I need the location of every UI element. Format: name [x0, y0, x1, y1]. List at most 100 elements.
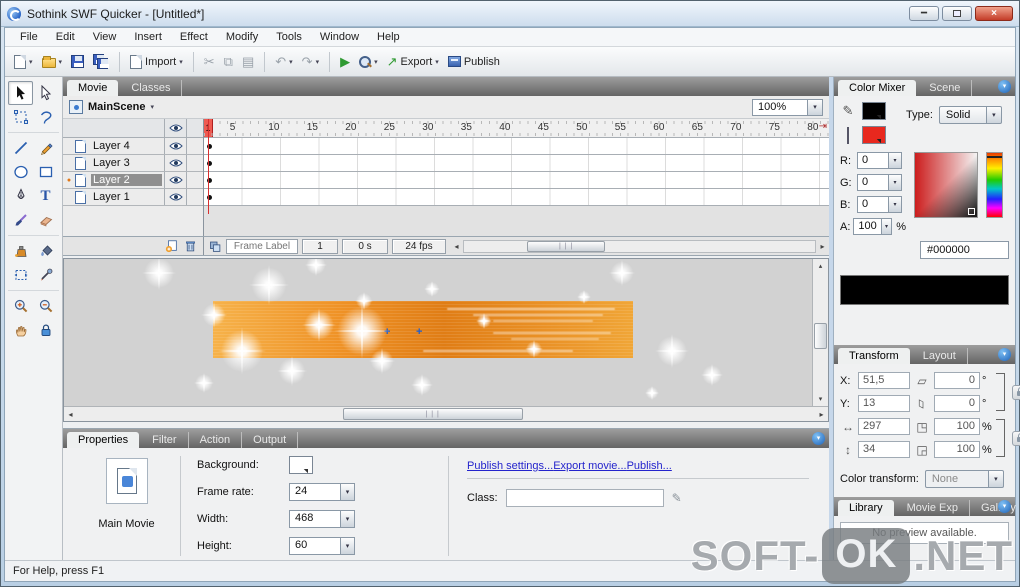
layer-lock-toggle[interactable] — [186, 172, 203, 188]
timeline-ruler[interactable]: 1 ⇥ 5101520253035404550556065707580 — [204, 119, 829, 138]
layer-row-layer-4[interactable]: Layer 4 — [63, 138, 203, 155]
brush-tool[interactable] — [8, 208, 33, 232]
oval-tool[interactable] — [8, 160, 33, 184]
color-mixer-tab-color-mixer[interactable]: Color Mixer — [838, 80, 917, 96]
properties-tab-filter[interactable]: Filter — [141, 432, 189, 448]
skew-x-input[interactable]: 0 — [934, 372, 980, 389]
fill-type-select[interactable]: Solid ▾ — [938, 106, 1002, 124]
timeline-tab-classes[interactable]: Classes — [120, 80, 183, 96]
timeline-scroll-thumb[interactable]: | | | — [527, 240, 606, 252]
color-transform-dropdown-icon[interactable]: ▾ — [988, 470, 1004, 488]
fill-color-swatch[interactable] — [862, 126, 886, 144]
subselection-tool[interactable] — [33, 81, 58, 105]
pen-tool[interactable] — [8, 184, 33, 208]
zoom-in-tool[interactable] — [8, 294, 33, 318]
layer-lock-toggle[interactable] — [186, 138, 203, 154]
lock-scale-button[interactable] — [1012, 430, 1020, 446]
menu-window[interactable]: Window — [311, 29, 368, 45]
properties-tab-properties[interactable]: Properties — [67, 432, 140, 448]
minimize-button[interactable]: ━ — [909, 6, 939, 21]
transform-tab-transform[interactable]: Transform — [838, 348, 910, 364]
channel-spinner-icon[interactable]: ▾ — [889, 174, 902, 191]
library-tab-movie-exp[interactable]: Movie Exp — [896, 500, 970, 516]
scale-y-input[interactable]: 100 — [934, 441, 980, 458]
onion-skin-icon[interactable] — [208, 240, 222, 253]
ruler-frame-30[interactable]: 30 — [422, 122, 433, 133]
layer-lock-toggle[interactable] — [186, 155, 203, 171]
hue-slider[interactable] — [986, 152, 1003, 218]
layer-frames-row[interactable] — [204, 189, 829, 206]
frame-rate-indicator[interactable]: 24 fps — [392, 238, 446, 254]
channel-spinner-icon[interactable]: ▾ — [889, 152, 902, 169]
transform-tab-layout[interactable]: Layout — [912, 348, 968, 364]
eraser-tool[interactable] — [33, 208, 58, 232]
banner-artwork[interactable]: + + — [213, 301, 633, 358]
zoom-level-combo[interactable]: 100% ▾ — [752, 98, 823, 116]
y-input[interactable]: 13 — [858, 395, 910, 412]
properties-tab-output[interactable]: Output — [242, 432, 299, 448]
ruler-frame-35[interactable]: 35 — [461, 122, 472, 133]
ruler-frame-5[interactable]: 5 — [230, 122, 236, 133]
selection-tool[interactable] — [8, 81, 33, 105]
edit-class-icon[interactable]: ✎ — [672, 491, 682, 505]
collapse-panel-icon[interactable]: ▾ — [998, 500, 1011, 513]
timeline-scroll-track[interactable]: | | | — [463, 239, 816, 253]
stage-horizontal-scrollbar[interactable]: ◂ | | | ▸ — [64, 406, 828, 421]
maximize-button[interactable] — [942, 6, 972, 21]
menu-insert[interactable]: Insert — [125, 29, 171, 45]
layer-visibility-toggle[interactable] — [164, 138, 186, 154]
play-movie-button[interactable]: ▶ — [337, 53, 353, 70]
menu-file[interactable]: File — [11, 29, 47, 45]
channel-value-input[interactable]: 0 — [857, 152, 889, 169]
save-all-button[interactable] — [90, 52, 112, 71]
channel-value-input[interactable]: 0 — [857, 196, 889, 213]
text-tool[interactable]: T — [33, 184, 58, 208]
scroll-down-icon[interactable]: ▾ — [813, 392, 828, 406]
layer-row-layer-3[interactable]: Layer 3 — [63, 155, 203, 172]
fill-type-dropdown-icon[interactable]: ▾ — [986, 106, 1002, 124]
color-transform-select[interactable]: None ▾ — [924, 470, 1004, 488]
transform-height-input[interactable]: 34 — [858, 441, 910, 458]
layer-frames-row[interactable] — [204, 138, 829, 155]
stage-vertical-scrollbar[interactable]: ▴ ▾ — [813, 259, 828, 406]
ruler-frame-80[interactable]: 80 — [807, 122, 818, 133]
main-movie-thumbnail[interactable] — [105, 458, 148, 504]
stage-hscroll-thumb[interactable]: | | | — [342, 407, 523, 420]
menu-modify[interactable]: Modify — [217, 29, 267, 45]
menu-view[interactable]: View — [84, 29, 126, 45]
ruler-frame-15[interactable]: 15 — [307, 122, 318, 133]
ruler-frame-65[interactable]: 65 — [692, 122, 703, 133]
collapse-panel-icon[interactable]: ▾ — [998, 80, 1011, 93]
layer-name[interactable]: Layer 2 — [91, 174, 162, 186]
layer-lock-toggle[interactable] — [186, 189, 203, 205]
library-tab-library[interactable]: Library — [838, 500, 894, 516]
pencil-tool[interactable] — [33, 136, 58, 160]
ruler-frame-25[interactable]: 25 — [384, 122, 395, 133]
paste-button[interactable]: ▤ — [239, 53, 257, 70]
paint-bucket-tool[interactable] — [33, 239, 58, 263]
channel-value-input[interactable]: 0 — [857, 174, 889, 191]
link-publish[interactable]: Publish... — [627, 460, 672, 472]
channel-spinner-icon[interactable]: ▾ — [889, 196, 902, 213]
background-color-swatch[interactable] — [289, 456, 313, 474]
zoom-out-tool[interactable] — [33, 294, 58, 318]
ruler-frame-45[interactable]: 45 — [538, 122, 549, 133]
close-button[interactable]: × — [975, 6, 1013, 21]
menu-effect[interactable]: Effect — [171, 29, 217, 45]
undo-button[interactable]: ↶ ▾ — [272, 53, 295, 70]
eyedropper-tool[interactable] — [33, 263, 58, 287]
stroke-color-swatch[interactable] — [862, 102, 886, 120]
transform-width-input[interactable]: 297 — [858, 418, 910, 435]
export-button[interactable]: ↗ Export ▾ — [384, 53, 442, 70]
rectangle-tool[interactable] — [33, 160, 58, 184]
preview-button[interactable]: ▾ — [356, 54, 381, 70]
hand-tool[interactable] — [8, 318, 33, 342]
redo-button[interactable]: ↷ ▾ — [299, 53, 322, 70]
scroll-right-icon[interactable]: ▸ — [815, 407, 828, 422]
menu-help[interactable]: Help — [368, 29, 409, 45]
layer-row-layer-1[interactable]: Layer 1 — [63, 189, 203, 206]
width-input[interactable]: 468 — [289, 510, 341, 528]
layer-visibility-toggle[interactable] — [164, 155, 186, 171]
ruler-frame-20[interactable]: 20 — [345, 122, 356, 133]
transform-fill-tool[interactable] — [8, 263, 33, 287]
